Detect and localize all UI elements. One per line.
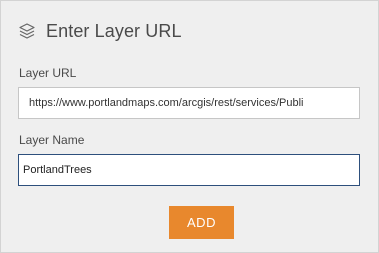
panel-title: Enter Layer URL (46, 20, 182, 41)
layer-url-label: Layer URL (19, 66, 77, 80)
layer-name-input[interactable] (18, 154, 360, 186)
panel-header: Enter Layer URL (17, 18, 182, 44)
layer-url-input[interactable] (18, 87, 360, 119)
layers-icon (17, 21, 37, 41)
layer-name-label: Layer Name (19, 133, 85, 147)
enter-layer-url-panel: Enter Layer URL Layer URL Layer Name ADD (0, 0, 379, 253)
add-button[interactable]: ADD (169, 206, 234, 239)
